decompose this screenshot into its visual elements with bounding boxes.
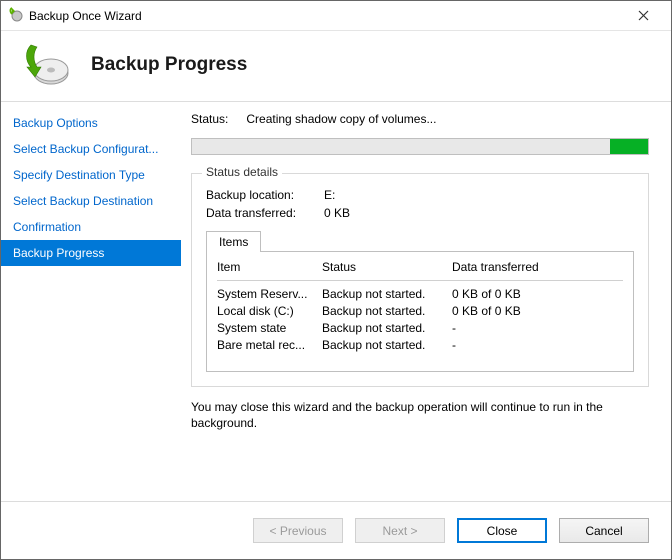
data-transferred-label: Data transferred:	[206, 206, 316, 220]
table-divider	[217, 280, 623, 281]
page-title: Backup Progress	[91, 54, 247, 76]
status-details-group: Status details Backup location: E: Data …	[191, 173, 649, 387]
status-details-legend: Status details	[202, 165, 282, 179]
tab-items[interactable]: Items	[206, 231, 261, 252]
data-transferred-value: 0 KB	[324, 206, 350, 220]
sidebar-item-select-configuration[interactable]: Select Backup Configurat...	[1, 136, 181, 162]
table-row: System state Backup not started. -	[217, 321, 623, 335]
window-close-button[interactable]	[623, 2, 663, 30]
cell-status: Backup not started.	[322, 304, 452, 318]
wizard-window: Backup Once Wizard Backup Progress Backu…	[0, 0, 672, 560]
close-hint: You may close this wizard and the backup…	[191, 399, 649, 431]
close-icon	[638, 10, 649, 21]
col-status: Status	[322, 260, 452, 274]
sidebar-item-confirmation[interactable]: Confirmation	[1, 214, 181, 240]
cell-item: System Reserv...	[217, 287, 322, 301]
next-button: Next >	[355, 518, 445, 543]
progress-bar-fill	[610, 139, 648, 154]
previous-button: < Previous	[253, 518, 343, 543]
status-label: Status:	[191, 112, 228, 126]
cell-item: System state	[217, 321, 322, 335]
col-xfer: Data transferred	[452, 260, 602, 274]
backup-location-value: E:	[324, 188, 335, 202]
table-header: Item Status Data transferred	[217, 260, 623, 274]
main-panel: Status: Creating shadow copy of volumes.…	[181, 102, 671, 501]
cell-xfer: -	[452, 321, 602, 335]
cell-item: Local disk (C:)	[217, 304, 322, 318]
table-row: Local disk (C:) Backup not started. 0 KB…	[217, 304, 623, 318]
header: Backup Progress	[1, 31, 671, 101]
body: Backup Options Select Backup Configurat.…	[1, 101, 671, 501]
items-table: Item Status Data transferred System Rese…	[206, 251, 634, 372]
table-row: Bare metal rec... Backup not started. -	[217, 338, 623, 352]
sidebar-item-destination-type[interactable]: Specify Destination Type	[1, 162, 181, 188]
wizard-header-icon	[21, 43, 71, 87]
status-value: Creating shadow copy of volumes...	[246, 112, 436, 126]
tabstrip: Items	[206, 230, 634, 251]
status-row: Status: Creating shadow copy of volumes.…	[191, 112, 649, 126]
wizard-footer: < Previous Next > Close Cancel	[1, 501, 671, 559]
backup-location-label: Backup location:	[206, 188, 316, 202]
cell-xfer: -	[452, 338, 602, 352]
cell-xfer: 0 KB of 0 KB	[452, 287, 602, 301]
col-item: Item	[217, 260, 322, 274]
window-title: Backup Once Wizard	[25, 9, 623, 23]
sidebar-item-select-destination[interactable]: Select Backup Destination	[1, 188, 181, 214]
wizard-steps-sidebar: Backup Options Select Backup Configurat.…	[1, 102, 181, 501]
cell-status: Backup not started.	[322, 321, 452, 335]
cell-status: Backup not started.	[322, 287, 452, 301]
cell-xfer: 0 KB of 0 KB	[452, 304, 602, 318]
sidebar-item-backup-progress[interactable]: Backup Progress	[1, 240, 181, 266]
cell-item: Bare metal rec...	[217, 338, 322, 352]
sidebar-item-backup-options[interactable]: Backup Options	[1, 110, 181, 136]
window-app-icon	[9, 6, 25, 25]
table-row: System Reserv... Backup not started. 0 K…	[217, 287, 623, 301]
cancel-button[interactable]: Cancel	[559, 518, 649, 543]
progress-bar	[191, 138, 649, 155]
titlebar: Backup Once Wizard	[1, 1, 671, 31]
cell-status: Backup not started.	[322, 338, 452, 352]
close-button[interactable]: Close	[457, 518, 547, 543]
